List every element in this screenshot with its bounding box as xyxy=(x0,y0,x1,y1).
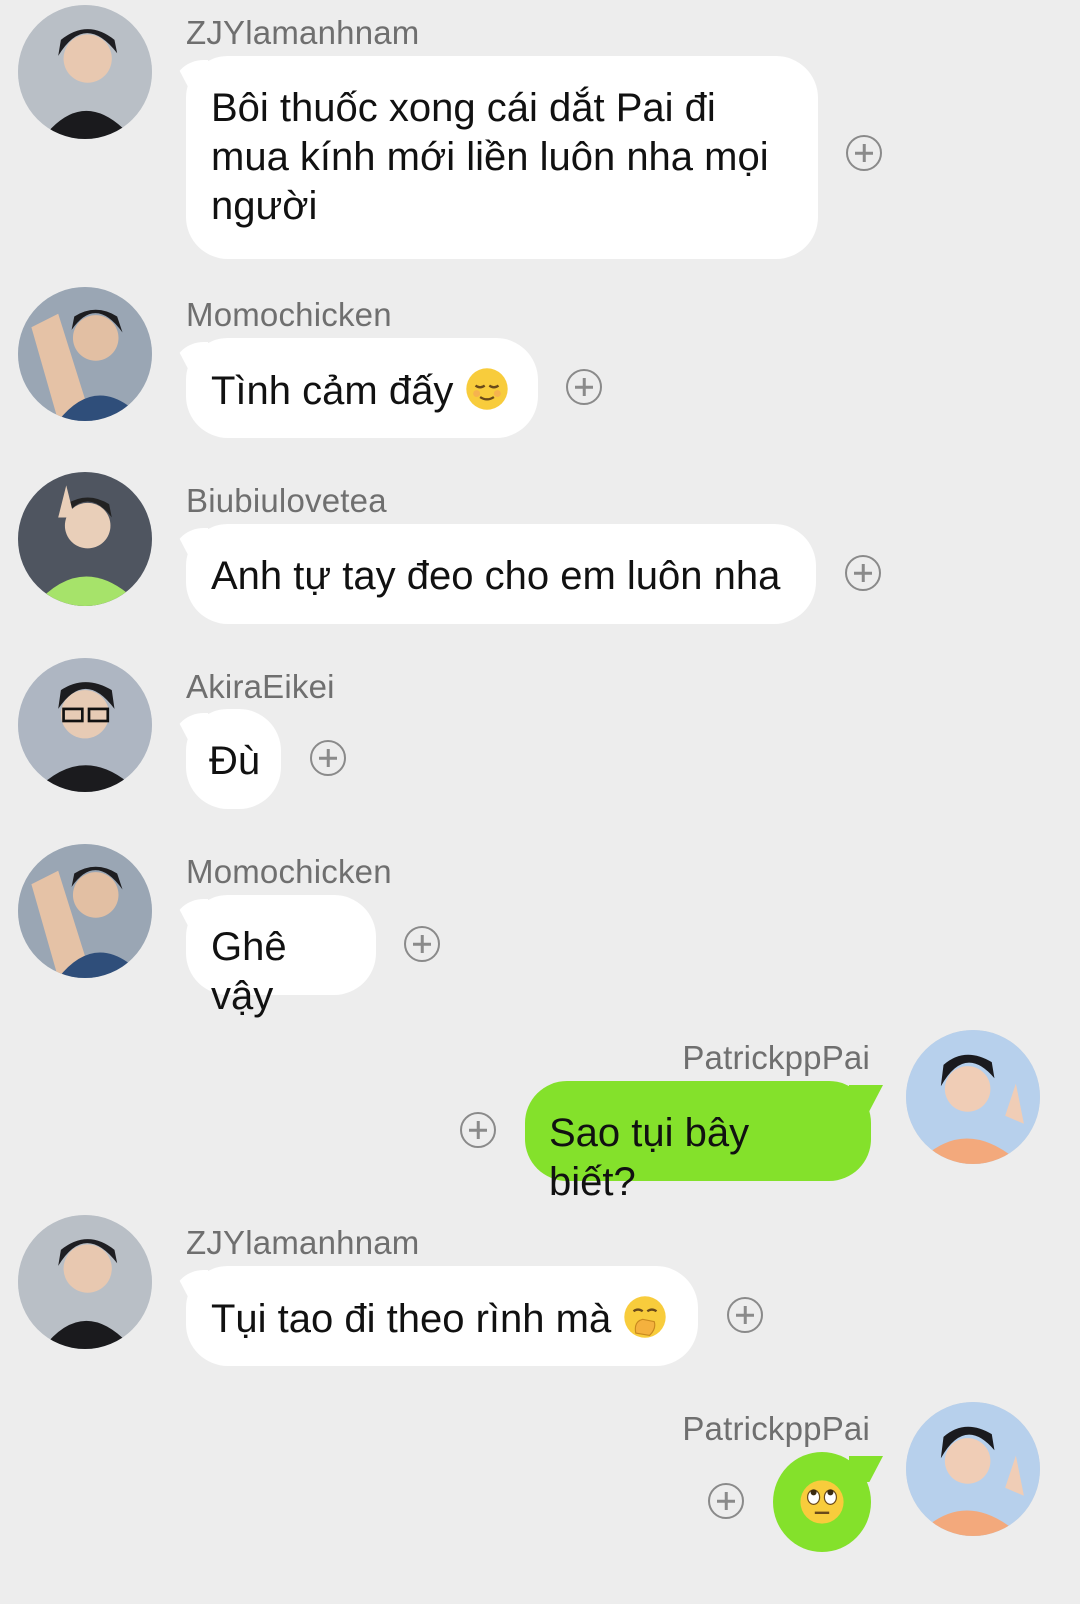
message-text: Anh tự tay đeo cho em luôn nha xyxy=(211,554,781,598)
sender-avatar[interactable] xyxy=(18,287,152,421)
sender-name: Momochicken xyxy=(186,853,392,890)
add-reaction-icon[interactable] xyxy=(460,1112,496,1148)
relieved-face-emoji xyxy=(466,368,509,410)
add-reaction-icon[interactable] xyxy=(566,369,602,405)
message-bubble[interactable]: Đù xyxy=(186,709,281,809)
sender-avatar[interactable] xyxy=(906,1402,1040,1536)
message-text: Bôi thuốc xong cái dắt Pai đi mua kính m… xyxy=(211,86,769,228)
add-reaction-icon[interactable] xyxy=(845,555,881,591)
add-reaction-icon[interactable] xyxy=(708,1483,744,1519)
message-bubble[interactable]: Bôi thuốc xong cái dắt Pai đi mua kính m… xyxy=(186,56,818,259)
message-text: Đù xyxy=(209,739,261,783)
sender-name: Momochicken xyxy=(186,296,392,333)
sender-name: Biubiulovetea xyxy=(186,482,387,519)
add-reaction-icon[interactable] xyxy=(846,135,882,171)
rolling-eyes-emoji xyxy=(800,1480,844,1524)
sender-name: AkiraEikei xyxy=(186,668,335,705)
add-reaction-icon[interactable] xyxy=(727,1297,763,1333)
sender-name: PatrickppPai xyxy=(682,1039,870,1076)
message-bubble[interactable]: Tụi tao đi theo rình mà xyxy=(186,1266,698,1366)
sender-name: PatrickppPai xyxy=(682,1410,870,1447)
sender-avatar[interactable] xyxy=(18,5,152,139)
message-text: Sao tụi bây biết? xyxy=(549,1111,750,1204)
sender-avatar[interactable] xyxy=(18,1215,152,1349)
sender-avatar[interactable] xyxy=(18,658,152,792)
sender-avatar[interactable] xyxy=(906,1030,1040,1164)
message-bubble[interactable]: Sao tụi bây biết? xyxy=(525,1081,871,1204)
add-reaction-icon[interactable] xyxy=(404,926,440,962)
message-text: Ghê vậy xyxy=(211,925,287,1018)
message-bubble[interactable]: Anh tự tay đeo cho em luôn nha xyxy=(186,524,816,624)
sender-name: ZJYlamanhnam xyxy=(186,14,420,51)
sender-avatar[interactable] xyxy=(18,472,152,606)
sender-name: ZJYlamanhnam xyxy=(186,1224,420,1261)
message-text: Tình cảm đấy xyxy=(211,369,465,413)
add-reaction-icon[interactable] xyxy=(310,740,346,776)
message-text: Tụi tao đi theo rình mà xyxy=(211,1297,623,1341)
hand-over-mouth-emoji xyxy=(624,1296,667,1338)
sender-avatar[interactable] xyxy=(18,844,152,978)
message-bubble[interactable]: Ghê vậy xyxy=(186,895,376,1018)
message-bubble[interactable] xyxy=(773,1452,871,1552)
message-bubble[interactable]: Tình cảm đấy xyxy=(186,338,538,438)
